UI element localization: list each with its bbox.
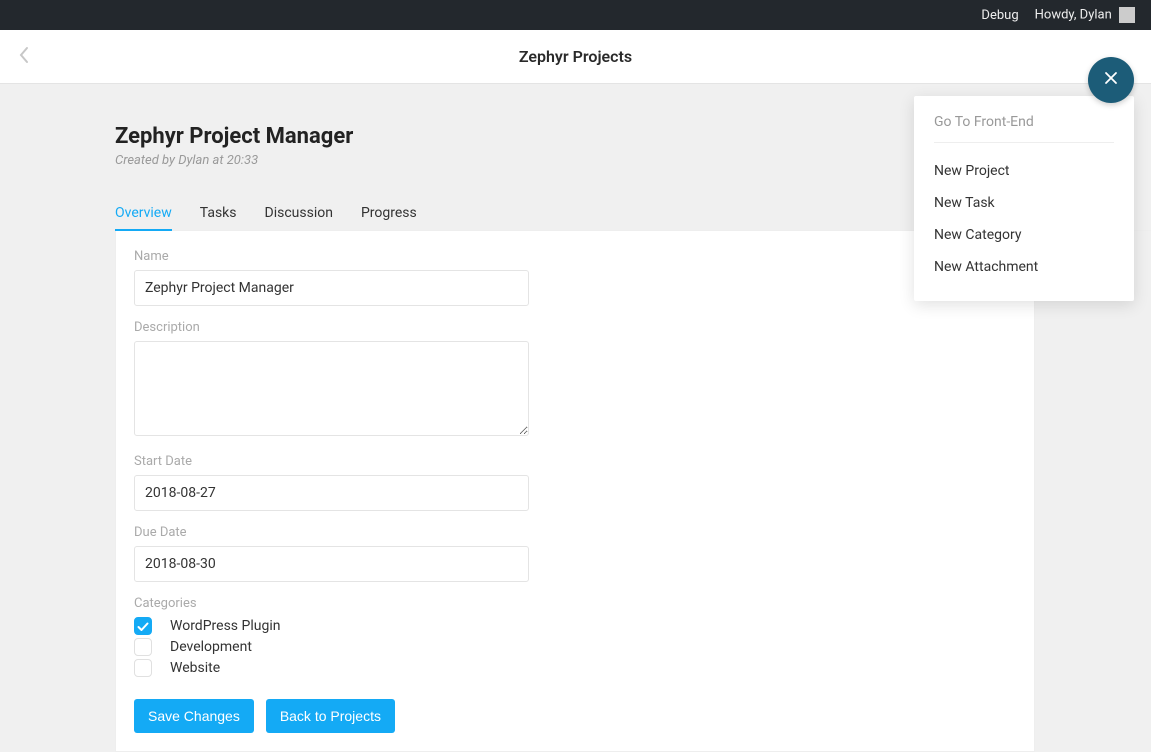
category-row: Website xyxy=(134,659,1016,677)
header-title: Zephyr Projects xyxy=(0,47,1151,66)
due-date-input[interactable] xyxy=(134,546,529,582)
dropdown-item-new-task[interactable]: New Task xyxy=(934,187,1114,219)
start-date-label: Start Date xyxy=(134,454,1016,469)
fab-dropdown-menu: Go To Front-End New Project New Task New… xyxy=(914,96,1134,301)
category-checkbox-website[interactable] xyxy=(134,659,152,677)
dropdown-item-new-project[interactable]: New Project xyxy=(934,155,1114,187)
category-label: WordPress Plugin xyxy=(170,618,280,634)
category-row: Development xyxy=(134,638,1016,656)
name-label: Name xyxy=(134,249,1016,264)
overview-panel: Name Description Start Date Due Date Cat… xyxy=(115,231,1035,752)
category-row: WordPress Plugin xyxy=(134,617,1016,635)
form-actions: Save Changes Back to Projects xyxy=(134,699,1016,733)
fab-close-button[interactable] xyxy=(1088,57,1134,103)
due-date-label: Due Date xyxy=(134,525,1016,540)
description-input[interactable] xyxy=(134,341,529,436)
dropdown-header-link[interactable]: Go To Front-End xyxy=(934,114,1114,143)
back-chevron-icon[interactable] xyxy=(18,46,30,68)
user-greeting[interactable]: Howdy, Dylan xyxy=(1027,7,1143,23)
dropdown-item-new-category[interactable]: New Category xyxy=(934,219,1114,251)
categories-label: Categories xyxy=(134,596,1016,611)
tab-overview[interactable]: Overview xyxy=(115,197,172,231)
category-checkbox-wordpress-plugin[interactable] xyxy=(134,617,152,635)
tab-discussion[interactable]: Discussion xyxy=(265,197,333,231)
back-to-projects-button[interactable]: Back to Projects xyxy=(266,699,395,733)
category-label: Website xyxy=(170,660,220,676)
category-label: Development xyxy=(170,639,252,655)
save-changes-button[interactable]: Save Changes xyxy=(134,699,254,733)
check-icon xyxy=(137,617,149,636)
debug-link[interactable]: Debug xyxy=(973,8,1026,23)
tab-tasks[interactable]: Tasks xyxy=(200,197,237,231)
name-input[interactable] xyxy=(134,270,529,306)
tab-progress[interactable]: Progress xyxy=(361,197,417,231)
category-checkbox-development[interactable] xyxy=(134,638,152,656)
dropdown-item-new-attachment[interactable]: New Attachment xyxy=(934,251,1114,283)
start-date-input[interactable] xyxy=(134,475,529,511)
page-header: Zephyr Projects xyxy=(0,30,1151,84)
avatar xyxy=(1119,7,1135,23)
description-label: Description xyxy=(134,320,1016,335)
admin-bar: Debug Howdy, Dylan xyxy=(0,0,1151,30)
greeting-text: Howdy, Dylan xyxy=(1035,7,1112,22)
close-icon xyxy=(1103,70,1119,90)
